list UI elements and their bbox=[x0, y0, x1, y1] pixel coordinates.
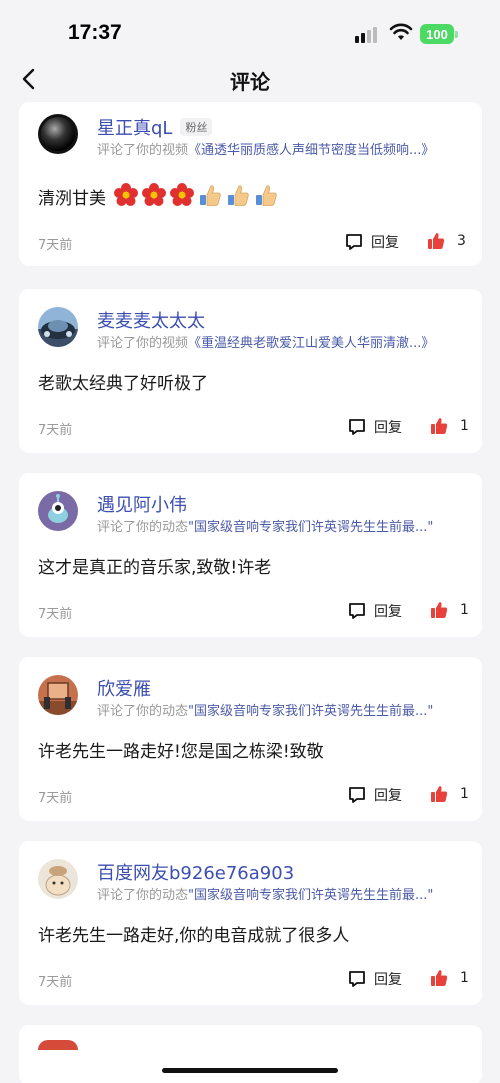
wifi-icon bbox=[389, 22, 413, 42]
avatar[interactable] bbox=[38, 491, 78, 531]
reply-button[interactable]: 回复 bbox=[348, 601, 402, 621]
comment-context: 评论了你的视频《重温经典老歌爱江山爱美人华丽清澈...》 bbox=[97, 336, 435, 351]
cellular-signal-icon bbox=[355, 27, 381, 43]
comment-card[interactable]: 星正真qL 粉丝 评论了你的视频《通透华丽质感人声细节密度当低频响...》 清洌甘… bbox=[19, 102, 482, 266]
avatar-partial bbox=[38, 1040, 78, 1050]
screen: 17:37 100 评论 星正真qL 粉丝 评论了你的视频《通透华丽质感人声细节… bbox=[0, 0, 500, 1083]
comment-text: 清洌甘美 bbox=[38, 182, 279, 213]
page-title: 评论 bbox=[230, 70, 270, 94]
fan-badge: 粉丝 bbox=[180, 118, 213, 136]
work-link[interactable]: 《通透华丽质感人声细节密度当低频响...》 bbox=[188, 143, 434, 158]
reply-button[interactable]: 回复 bbox=[348, 969, 402, 989]
thumbs-up-icon bbox=[253, 182, 279, 213]
reply-button[interactable]: 回复 bbox=[348, 417, 402, 437]
comment-card[interactable]: 遇见阿小伟 评论了你的动态"国家级音响专家我们许英谔先生生前最..." 这才是真… bbox=[19, 473, 482, 637]
thumbs-up-icon bbox=[225, 182, 251, 213]
comment-card-partial[interactable] bbox=[19, 1025, 482, 1083]
comment-time: 7天前 bbox=[38, 238, 73, 253]
comment-text: 许老先生一路走好!您是国之栋梁!致敬 bbox=[38, 742, 324, 762]
thumbs-up-icon bbox=[431, 418, 448, 434]
avatar[interactable] bbox=[38, 859, 78, 899]
nav-bar: 评论 bbox=[0, 60, 500, 100]
flower-icon bbox=[113, 182, 139, 213]
battery-level: 100 bbox=[420, 24, 454, 44]
like-count: 1 bbox=[460, 970, 469, 986]
thumbs-up-icon bbox=[431, 786, 448, 802]
avatar[interactable] bbox=[38, 114, 78, 154]
work-link[interactable]: "国家级音响专家我们许英谔先生生前最..." bbox=[188, 520, 433, 535]
username[interactable]: 星正真qL 粉丝 bbox=[97, 114, 213, 140]
like-button[interactable]: 1 bbox=[430, 785, 469, 803]
thumbs-up-icon bbox=[428, 233, 445, 249]
flower-icon bbox=[141, 182, 167, 213]
avatar[interactable] bbox=[38, 307, 78, 347]
comment-icon bbox=[349, 419, 365, 435]
reply-button[interactable]: 回复 bbox=[348, 785, 402, 805]
status-bar: 17:37 100 bbox=[0, 0, 500, 60]
comment-context: 评论了你的动态"国家级音响专家我们许英谔先生生前最..." bbox=[97, 520, 434, 535]
username[interactable]: 百度网友b926e76a903 bbox=[97, 859, 294, 885]
battery-icon: 100 bbox=[420, 24, 458, 44]
comment-time: 7天前 bbox=[38, 975, 73, 990]
username[interactable]: 欣爱雁 bbox=[97, 675, 151, 701]
comment-text: 老歌太经典了好听极了 bbox=[38, 374, 208, 394]
comment-context: 评论了你的动态"国家级音响专家我们许英谔先生生前最..." bbox=[97, 888, 434, 903]
like-count: 1 bbox=[460, 602, 469, 618]
comment-card[interactable]: 欣爱雁 评论了你的动态"国家级音响专家我们许英谔先生生前最..." 许老先生一路… bbox=[19, 657, 482, 821]
comment-context: 评论了你的视频《通透华丽质感人声细节密度当低频响...》 bbox=[97, 143, 435, 158]
comment-icon bbox=[349, 971, 365, 987]
like-button[interactable]: 1 bbox=[430, 969, 469, 987]
comment-text: 许老先生一路走好,你的电音成就了很多人 bbox=[38, 926, 350, 946]
status-time: 17:37 bbox=[68, 21, 122, 44]
like-button[interactable]: 3 bbox=[427, 232, 466, 250]
like-count: 1 bbox=[460, 418, 469, 434]
comment-time: 7天前 bbox=[38, 607, 73, 622]
comment-icon bbox=[346, 234, 362, 250]
thumbs-up-icon bbox=[197, 182, 223, 213]
like-count: 1 bbox=[460, 786, 469, 802]
work-link[interactable]: 《重温经典老歌爱江山爱美人华丽清澈...》 bbox=[188, 336, 434, 351]
comment-icon bbox=[349, 787, 365, 803]
username[interactable]: 麦麦麦太太太 bbox=[97, 307, 205, 333]
work-link[interactable]: "国家级音响专家我们许英谔先生生前最..." bbox=[188, 888, 433, 903]
comment-icon bbox=[349, 603, 365, 619]
comment-card[interactable]: 麦麦麦太太太 评论了你的视频《重温经典老歌爱江山爱美人华丽清澈...》 老歌太经… bbox=[19, 289, 482, 453]
username[interactable]: 遇见阿小伟 bbox=[97, 491, 187, 517]
home-indicator[interactable] bbox=[162, 1068, 338, 1073]
comment-card[interactable]: 百度网友b926e76a903 评论了你的动态"国家级音响专家我们许英谔先生生前… bbox=[19, 841, 482, 1005]
like-button[interactable]: 1 bbox=[430, 601, 469, 619]
like-count: 3 bbox=[457, 233, 466, 249]
flower-icon bbox=[169, 182, 195, 213]
work-link[interactable]: "国家级音响专家我们许英谔先生生前最..." bbox=[188, 704, 433, 719]
comment-text: 这才是真正的音乐家,致敬!许老 bbox=[38, 558, 272, 578]
thumbs-up-icon bbox=[431, 602, 448, 618]
thumbs-up-icon bbox=[431, 970, 448, 986]
comment-time: 7天前 bbox=[38, 423, 73, 438]
comment-context: 评论了你的动态"国家级音响专家我们许英谔先生生前最..." bbox=[97, 704, 434, 719]
avatar[interactable] bbox=[38, 675, 78, 715]
comment-time: 7天前 bbox=[38, 791, 73, 806]
reply-button[interactable]: 回复 bbox=[345, 232, 399, 252]
like-button[interactable]: 1 bbox=[430, 417, 469, 435]
